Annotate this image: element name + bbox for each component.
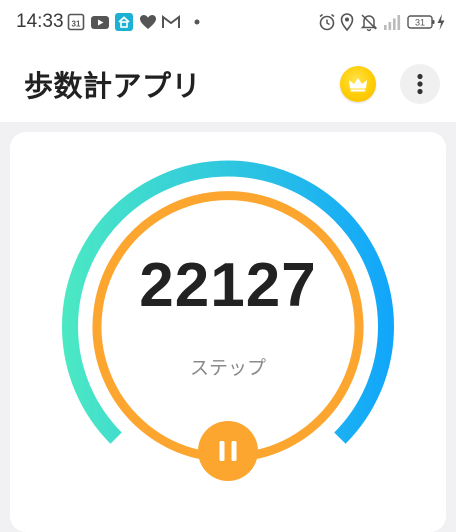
- pause-icon: [219, 441, 237, 461]
- location-icon: [340, 13, 354, 32]
- more-vert-icon: [417, 73, 423, 95]
- pause-button[interactable]: [198, 421, 258, 481]
- battery-percent-text: 31: [415, 18, 425, 28]
- signal-icon: [384, 15, 401, 30]
- app-bar: 歩数計アプリ: [0, 44, 456, 122]
- gmail-icon: [162, 15, 180, 28]
- notification-dot-icon: [194, 19, 200, 25]
- charging-icon: [437, 14, 445, 30]
- more-options-button[interactable]: [400, 64, 440, 104]
- step-counter-card: 22127 ステップ: [10, 132, 446, 532]
- alarm-icon: [319, 13, 335, 31]
- step-unit-label: ステップ: [189, 357, 266, 379]
- calendar-badge-text: 31: [72, 20, 81, 29]
- inner-step-ring: [92, 191, 364, 459]
- status-time: 14:33: [16, 11, 64, 32]
- app-title: 歩数計アプリ: [24, 69, 202, 103]
- youtube-icon: [91, 16, 109, 29]
- calendar-icon: 31: [67, 13, 85, 31]
- step-count: 22127: [139, 251, 317, 320]
- premium-crown-button[interactable]: [340, 66, 376, 102]
- home-app-icon: [115, 13, 133, 31]
- bell-icon: [360, 14, 378, 32]
- battery-icon: 31: [407, 15, 435, 29]
- heart-icon: [140, 15, 156, 29]
- crown-icon: [349, 78, 367, 92]
- status-bar: 14:33 31 31: [0, 0, 456, 44]
